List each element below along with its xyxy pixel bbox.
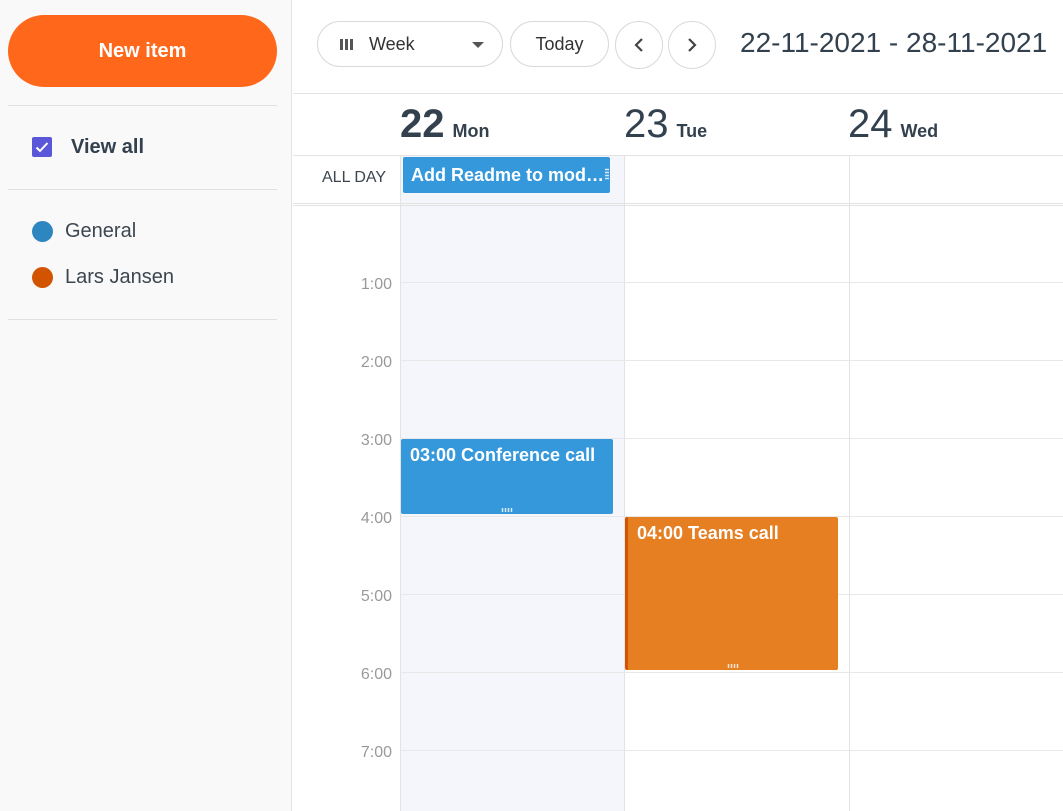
hour-label: 1:00 bbox=[360, 276, 392, 293]
sidebar: New item View all General Lars Jansen bbox=[0, 0, 292, 811]
day-name: Wed bbox=[900, 121, 939, 141]
hour-label: 6:00 bbox=[360, 666, 392, 683]
hour-line bbox=[400, 750, 1063, 751]
event-title: 03:00 Conference call bbox=[410, 445, 596, 465]
all-day-label: ALL DAY bbox=[322, 169, 387, 186]
event-title: 04:00 Teams call bbox=[637, 523, 779, 543]
day-name: Tue bbox=[676, 121, 708, 141]
date-range-title: 22-11-2021 - 28-11-2021 bbox=[740, 27, 1048, 58]
day-number: 24 bbox=[848, 102, 893, 146]
next-week-button[interactable] bbox=[668, 21, 716, 69]
previous-week-button[interactable] bbox=[615, 21, 663, 69]
chevron-right-icon bbox=[688, 38, 697, 52]
view-all-label: View all bbox=[71, 135, 145, 158]
event-teams-call[interactable]: 04:00 Teams call bbox=[625, 517, 838, 670]
view-all-toggle[interactable]: View all bbox=[32, 134, 144, 160]
hour-label: 4:00 bbox=[360, 510, 392, 527]
hour-label: 3:00 bbox=[360, 432, 392, 449]
all-day-event[interactable]: Add Readme to modules bbox=[403, 157, 610, 193]
event-title: Add Readme to modules bbox=[411, 165, 605, 185]
calendar-item-label: General bbox=[65, 219, 137, 242]
calendar-color-dot-icon bbox=[32, 220, 53, 242]
day-name: Mon bbox=[452, 121, 490, 141]
all-day-row: ALL DAY Add Readme to modules bbox=[293, 155, 1063, 206]
calendar-toolbar: Week Today 22-11-2021 - 28-11-2021 bbox=[293, 0, 1063, 94]
resize-handle-icon[interactable] bbox=[605, 168, 609, 180]
calendar-color-dot-icon bbox=[32, 266, 53, 288]
hour-line bbox=[400, 672, 1063, 673]
sidebar-divider bbox=[8, 189, 277, 190]
view-select-dropdown[interactable]: Week bbox=[317, 21, 503, 67]
hour-label: 5:00 bbox=[360, 588, 392, 605]
day-header-tue[interactable]: 23 Tue bbox=[624, 94, 707, 155]
resize-handle-icon[interactable] bbox=[727, 664, 739, 668]
event-conference-call[interactable]: 03:00 Conference call bbox=[401, 439, 613, 514]
day-number: 23 bbox=[624, 102, 669, 146]
column-divider bbox=[849, 155, 850, 811]
calendar-item-lars-jansen[interactable]: Lars Jansen bbox=[32, 265, 174, 289]
week-view-icon bbox=[340, 38, 353, 50]
new-item-button[interactable]: New item bbox=[8, 15, 277, 87]
calendar-item-general[interactable]: General bbox=[32, 219, 136, 243]
sidebar-divider bbox=[8, 319, 277, 320]
hour-label: 7:00 bbox=[360, 744, 392, 761]
hour-line bbox=[400, 360, 1063, 361]
calendar-item-label: Lars Jansen bbox=[65, 265, 174, 288]
day-header-wed[interactable]: 24 Wed bbox=[848, 94, 938, 155]
view-select-value: Week bbox=[369, 33, 415, 54]
column-divider bbox=[624, 155, 625, 811]
hour-line bbox=[400, 282, 1063, 283]
today-button[interactable]: Today bbox=[510, 21, 609, 67]
checkbox-checked-icon[interactable] bbox=[32, 137, 52, 157]
day-header-mon[interactable]: 22 Mon bbox=[400, 94, 489, 155]
hour-label: 2:00 bbox=[360, 354, 392, 371]
sidebar-divider bbox=[8, 105, 277, 106]
resize-handle-icon[interactable] bbox=[501, 508, 513, 512]
chevron-left-icon bbox=[634, 38, 643, 52]
day-number: 22 bbox=[400, 102, 445, 146]
caret-down-icon bbox=[472, 42, 484, 48]
week-calendar-grid: 22 Mon 23 Tue 24 Wed ALL DAY Add Readme … bbox=[293, 94, 1063, 811]
